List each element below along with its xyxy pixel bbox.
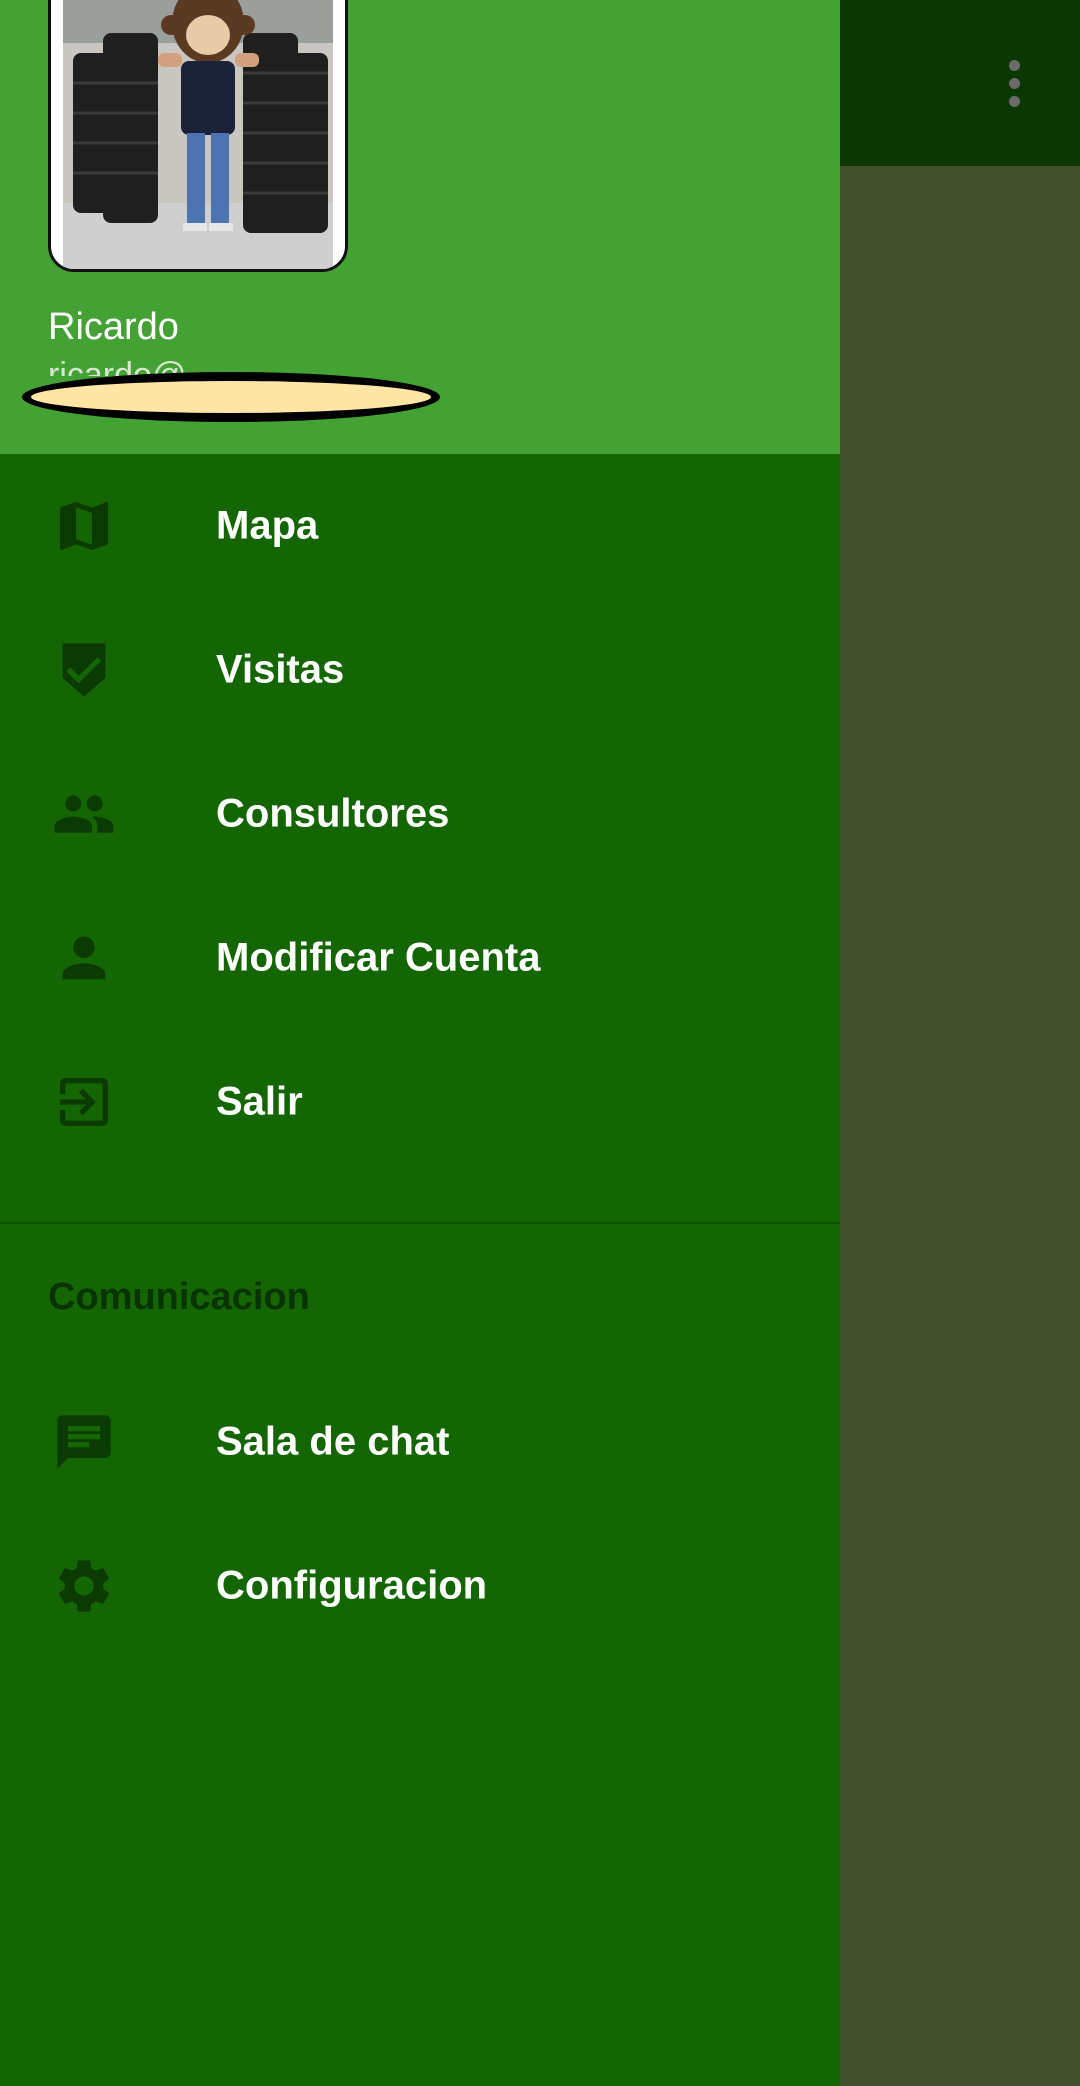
menu-item-label: Sala de chat [216, 1419, 450, 1464]
menu-item-salir[interactable]: Salir [0, 1030, 840, 1174]
menu-item-configuracion[interactable]: Configuracion [0, 1514, 840, 1658]
verified-shield-icon [52, 638, 116, 702]
profile-photo [63, 0, 333, 269]
map-icon [52, 494, 116, 558]
drawer-menu-communication: Sala de chat Configuracion [0, 1370, 840, 1658]
menu-item-label: Consultores [216, 791, 450, 836]
menu-item-label: Configuracion [216, 1563, 488, 1608]
overflow-dot [1008, 59, 1020, 71]
redaction-mark [22, 372, 440, 422]
app-root: Ricardo ricardo@... Mapa Visitas [0, 0, 1080, 2086]
chat-icon [52, 1410, 116, 1474]
menu-item-consultores[interactable]: Consultores [0, 742, 840, 886]
section-header-comunicacion: Comunicacion [48, 1276, 310, 1318]
menu-item-visitas[interactable]: Visitas [0, 598, 840, 742]
menu-item-mapa[interactable]: Mapa [0, 454, 840, 598]
overflow-dot [1008, 77, 1020, 89]
user-name: Ricardo [48, 306, 179, 348]
overflow-dot [1008, 95, 1020, 107]
menu-item-modificar-cuenta[interactable]: Modificar Cuenta [0, 886, 840, 1030]
avatar[interactable] [48, 0, 348, 272]
people-icon [52, 782, 116, 846]
settings-gear-icon [52, 1554, 116, 1618]
menu-item-label: Salir [216, 1079, 303, 1124]
person-icon [52, 926, 116, 990]
menu-item-label: Visitas [216, 647, 345, 692]
menu-item-label: Mapa [216, 503, 319, 548]
menu-item-label: Modificar Cuenta [216, 935, 541, 980]
exit-icon [52, 1070, 116, 1134]
menu-item-sala-de-chat[interactable]: Sala de chat [0, 1370, 840, 1514]
drawer-header: Ricardo ricardo@... [0, 0, 840, 454]
navigation-drawer: Ricardo ricardo@... Mapa Visitas [0, 0, 840, 2086]
menu-divider [0, 1222, 840, 1224]
more-vert-icon[interactable] [990, 50, 1038, 116]
drawer-menu: Mapa Visitas Consultores Modificar Cuent… [0, 454, 840, 1174]
